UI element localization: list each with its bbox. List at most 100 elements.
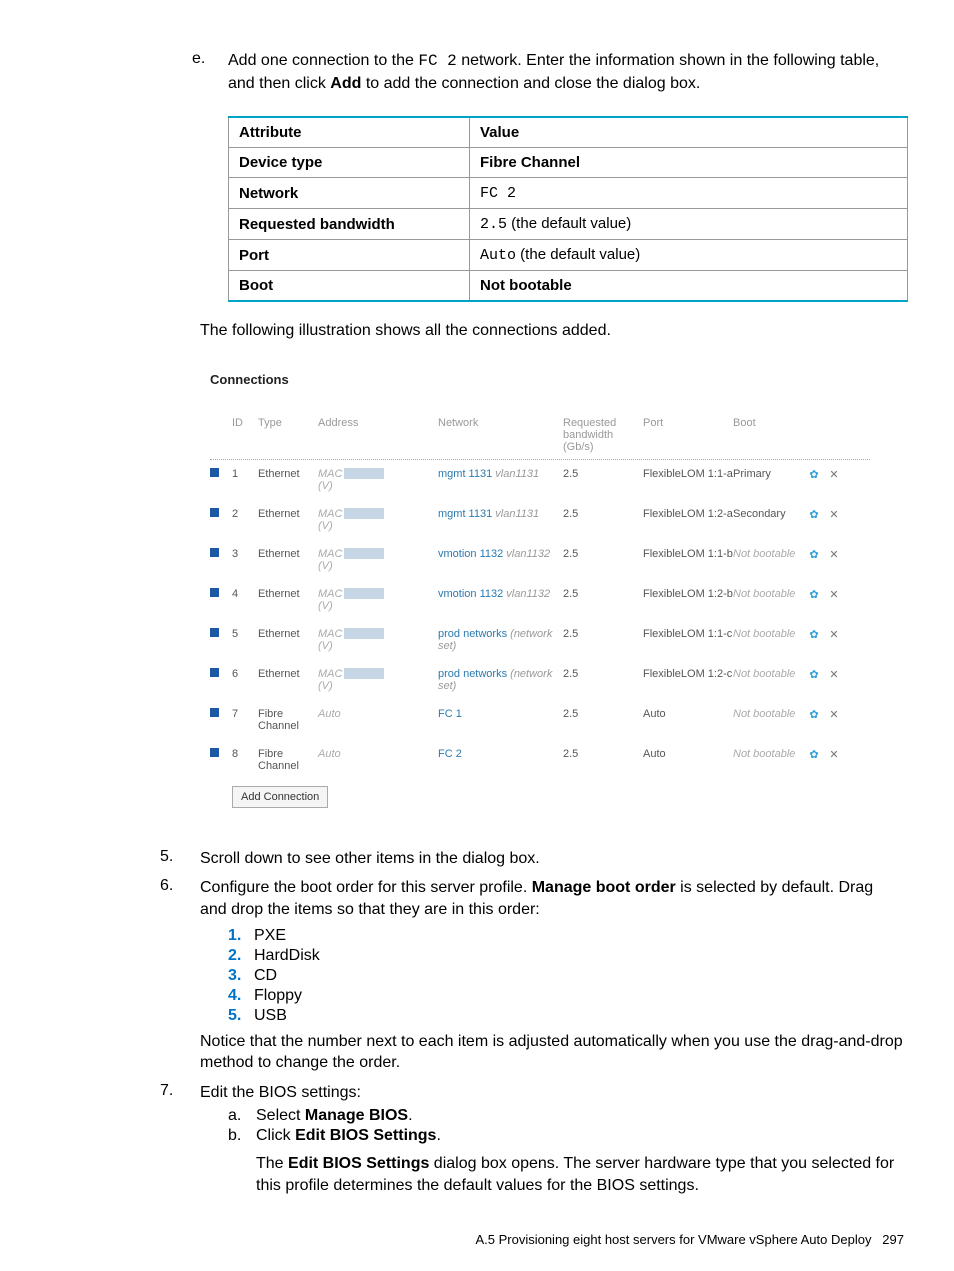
gear-icon[interactable]: ✿ (803, 668, 825, 681)
step7a-b: Manage BIOS (305, 1107, 408, 1124)
status-square-icon (210, 748, 232, 760)
delete-icon[interactable]: ✕ (825, 548, 843, 561)
step-e-bold: Add (330, 75, 361, 92)
attr-r2-a-txt: Requested bandwidth (239, 216, 395, 233)
delete-icon[interactable]: ✕ (825, 468, 843, 481)
conn-type: Ethernet (258, 668, 318, 680)
hdr-net: Network (438, 417, 563, 453)
conn-network[interactable]: prod networks (network set) (438, 668, 563, 692)
hdr-type: Type (258, 417, 318, 453)
attr-r4-a: Boot (229, 271, 470, 302)
attr-r3-v: Auto (the default value) (470, 240, 908, 271)
attr-r1-a-txt: Network (239, 185, 298, 202)
status-square-icon (210, 628, 232, 640)
conn-boot: Not bootable (733, 628, 803, 640)
boot-order-list: 1.PXE 2.HardDisk 3.CD 4.Floppy 5.USB (228, 927, 904, 1025)
gear-icon[interactable]: ✿ (803, 468, 825, 481)
gear-icon[interactable]: ✿ (803, 628, 825, 641)
conn-port: FlexibleLOM 1:2-a (643, 508, 733, 520)
conn-id: 1 (232, 468, 258, 480)
conn-id: 7 (232, 708, 258, 720)
connection-row: 7Fibre ChannelAutoFC 12.5AutoNot bootabl… (210, 700, 870, 740)
gear-icon[interactable]: ✿ (803, 748, 825, 761)
conn-network[interactable]: mgmt 1131 vlan1131 (438, 508, 563, 520)
delete-icon[interactable]: ✕ (825, 628, 843, 641)
gear-icon[interactable]: ✿ (803, 508, 825, 521)
step7a-post: . (408, 1107, 412, 1124)
conn-network[interactable]: vmotion 1132 vlan1132 (438, 548, 563, 560)
step7b-b: Edit BIOS Settings (295, 1127, 436, 1144)
conn-network[interactable]: FC 1 (438, 708, 563, 720)
conn-type: Ethernet (258, 468, 318, 480)
step-e: e. Add one connection to the FC 2 networ… (192, 50, 904, 102)
status-square-icon (210, 468, 232, 480)
delete-icon[interactable]: ✕ (825, 508, 843, 521)
connection-row: 1EthernetMAC(V)mgmt 1131 vlan11312.5Flex… (210, 460, 870, 500)
conn-id: 3 (232, 548, 258, 560)
step7-para2: The Edit BIOS Settings dialog box opens.… (256, 1153, 904, 1196)
conn-addr: MAC(V) (318, 508, 438, 532)
conn-bandwidth: 2.5 (563, 508, 643, 520)
conn-network[interactable]: vmotion 1132 vlan1132 (438, 588, 563, 600)
hdr-boot: Boot (733, 417, 803, 453)
attr-r2-v: 2.5 (the default value) (470, 209, 908, 240)
status-square-icon (210, 668, 232, 680)
conn-boot: Not bootable (733, 708, 803, 720)
boot-5: USB (254, 1007, 287, 1024)
conn-bandwidth: 2.5 (563, 748, 643, 760)
conn-boot: Not bootable (733, 548, 803, 560)
step7a-m: a. (228, 1107, 256, 1125)
boot-5-num: 5. (228, 1007, 254, 1025)
attr-hdr-attr: Attribute (229, 117, 470, 148)
conn-boot: Primary (733, 468, 803, 480)
attr-r0-a-txt: Device type (239, 154, 322, 171)
add-connection-button[interactable]: Add Connection (232, 786, 328, 808)
conn-bandwidth: 2.5 (563, 468, 643, 480)
attr-hdr-val: Value (470, 117, 908, 148)
status-square-icon (210, 588, 232, 600)
conn-network[interactable]: mgmt 1131 vlan1131 (438, 468, 563, 480)
connection-row: 2EthernetMAC(V)mgmt 1131 vlan11312.5Flex… (210, 500, 870, 540)
attr-r4-a-txt: Boot (239, 277, 273, 294)
delete-icon[interactable]: ✕ (825, 588, 843, 601)
gear-icon[interactable]: ✿ (803, 548, 825, 561)
delete-icon[interactable]: ✕ (825, 748, 843, 761)
conn-bandwidth: 2.5 (563, 668, 643, 680)
step7b-post: . (436, 1127, 440, 1144)
attr-r0-v: Fibre Channel (470, 148, 908, 178)
step6-lead-t: Configure the boot order for this server… (200, 879, 532, 896)
gear-icon[interactable]: ✿ (803, 708, 825, 721)
boot-4: Floppy (254, 987, 302, 1004)
step5-text: Scroll down to see other items in the di… (200, 848, 904, 870)
attr-r4-v: Not bootable (470, 271, 908, 302)
boot-3: CD (254, 967, 277, 984)
conn-addr: MAC(V) (318, 588, 438, 612)
boot-4-num: 4. (228, 987, 254, 1005)
conn-boot: Not bootable (733, 588, 803, 600)
step6-num: 6. (160, 877, 200, 920)
conn-addr: MAC(V) (318, 668, 438, 692)
gear-icon[interactable]: ✿ (803, 588, 825, 601)
conn-bandwidth: 2.5 (563, 628, 643, 640)
hdr-bw: Requested bandwidth (Gb/s) (563, 417, 643, 453)
delete-icon[interactable]: ✕ (825, 708, 843, 721)
conn-id: 6 (232, 668, 258, 680)
conn-port: FlexibleLOM 1:2-c (643, 668, 733, 680)
footer-text: A.5 Provisioning eight host servers for … (475, 1232, 871, 1247)
step7a-body: Select Manage BIOS. (256, 1107, 413, 1125)
attribute-table: Attribute Value Device type Fibre Channe… (228, 116, 908, 302)
delete-icon[interactable]: ✕ (825, 668, 843, 681)
attr-r1-v: FC 2 (470, 178, 908, 209)
conn-addr: Auto (318, 708, 438, 720)
conn-id: 2 (232, 508, 258, 520)
conn-network[interactable]: prod networks (network set) (438, 628, 563, 652)
boot-1: PXE (254, 927, 286, 944)
boot-3-num: 3. (228, 967, 254, 985)
hdr-port: Port (643, 417, 733, 453)
step7-p2-b: Edit BIOS Settings (288, 1155, 429, 1172)
conn-network[interactable]: FC 2 (438, 748, 563, 760)
illustration-caption: The following illustration shows all the… (200, 320, 904, 342)
step6-lead: Configure the boot order for this server… (200, 877, 904, 920)
conn-addr: Auto (318, 748, 438, 760)
attr-r1-v-code: FC 2 (480, 185, 516, 202)
